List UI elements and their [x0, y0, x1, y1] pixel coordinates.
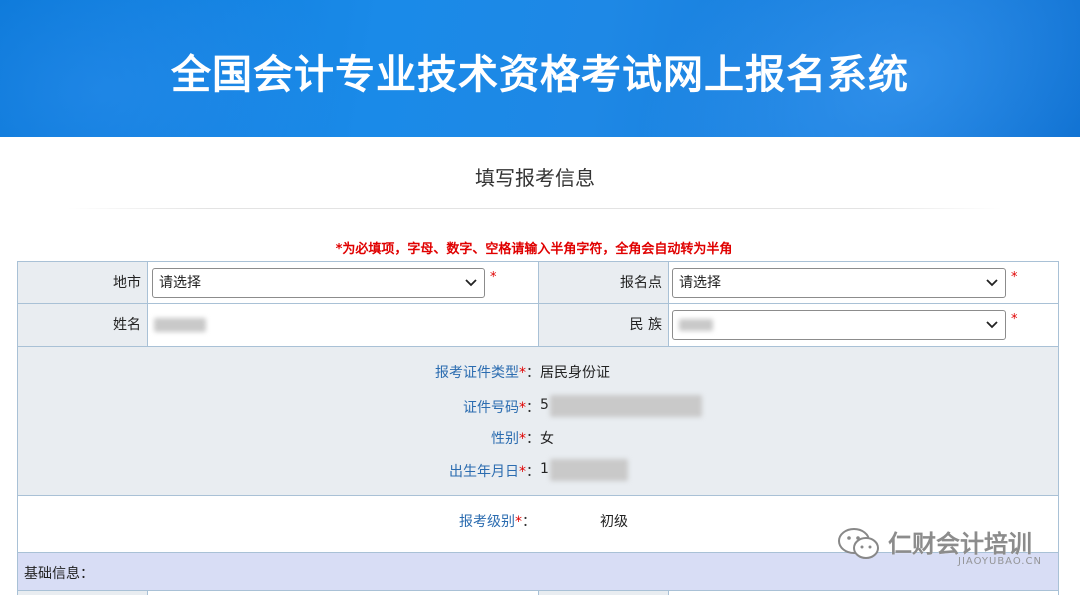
- city-select-value: 请选择: [159, 275, 201, 291]
- form-row-personal: 姓名 民 族 *: [18, 303, 1058, 346]
- site-label: 报名点: [539, 262, 668, 303]
- city-label: 地市: [18, 262, 147, 303]
- redacted-text: [550, 459, 628, 481]
- app-title: 全国会计专业技术资格考试网上报名系统: [171, 52, 909, 98]
- level-value: 初级: [600, 514, 628, 530]
- watermark: 仁财会计培训 JIAOYUBAO.CN: [836, 522, 1066, 572]
- level-line: 报考级别*：: [459, 514, 536, 530]
- required-notice: *为必填项，字母、数字、空格请输入半角字符，全角会自动转为半角: [335, 242, 733, 257]
- header-banner: 全国会计专业技术资格考试网上报名系统: [0, 0, 1080, 137]
- chevron-down-icon: [985, 269, 999, 297]
- basic-info-title: 基础信息：: [24, 566, 94, 582]
- required-mark: *: [1011, 270, 1018, 285]
- required-mark: *: [1011, 312, 1018, 327]
- birth-date-line: 出生年月日*：: [449, 464, 540, 480]
- name-value: [148, 304, 538, 346]
- divider: [68, 208, 1002, 209]
- form-row-next: [18, 590, 1058, 595]
- birth-date-label: 出生年月日: [449, 464, 519, 480]
- id-number-label: 证件号码: [463, 400, 519, 416]
- form-row-location: 地市 请选择 * 报名点 请选择 *: [18, 261, 1058, 303]
- ethnicity-label: 民 族: [539, 304, 668, 346]
- site-select-value: 请选择: [679, 275, 721, 291]
- id-type-value: 居民身份证: [540, 365, 610, 381]
- redacted-text: [550, 395, 702, 417]
- gender-label: 性别: [491, 431, 519, 447]
- name-label: 姓名: [18, 304, 147, 346]
- gender-value: 女: [540, 431, 554, 447]
- birth-date-value: 1: [540, 461, 549, 477]
- chevron-down-icon: [985, 311, 999, 339]
- wechat-icon: [838, 528, 879, 559]
- watermark-sub: JIAOYUBAO.CN: [958, 556, 1042, 567]
- gender-line: 性别*：: [491, 431, 540, 447]
- id-info-section: 报考证件类型*： 居民身份证 证件号码*： 5 性别*： 女 出生年月日*： 1: [18, 346, 1058, 495]
- ethnicity-select[interactable]: [672, 310, 1006, 340]
- chevron-down-icon: [464, 269, 478, 297]
- redacted-text: [154, 318, 206, 332]
- redacted-text: [679, 319, 713, 331]
- page-title: 填写报考信息: [475, 166, 595, 190]
- id-number-value: 5: [540, 397, 549, 413]
- watermark-text: 仁财会计培训: [888, 530, 1032, 558]
- site-select[interactable]: 请选择: [672, 268, 1006, 298]
- id-type-label: 报考证件类型: [435, 365, 519, 381]
- city-select[interactable]: 请选择: [152, 268, 485, 298]
- id-type-line: 报考证件类型*：: [435, 365, 540, 381]
- id-number-line: 证件号码*：: [463, 400, 540, 416]
- required-mark: *: [490, 270, 497, 285]
- level-label: 报考级别: [459, 514, 515, 530]
